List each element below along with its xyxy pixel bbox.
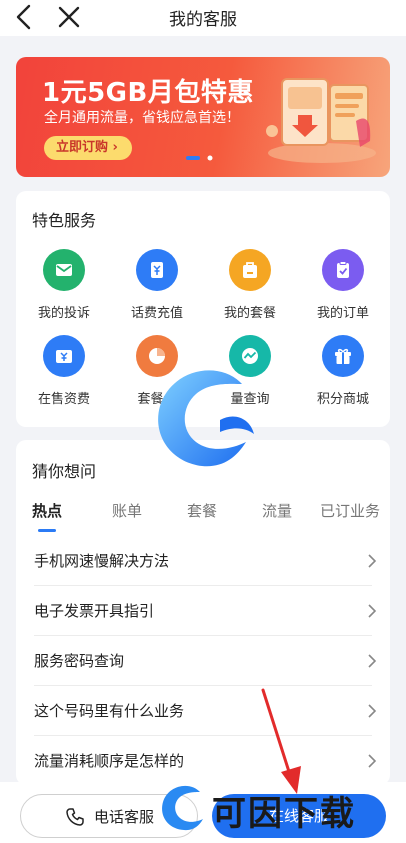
yuan-tag-icon <box>56 350 72 363</box>
service-tariffs[interactable]: 在售资费 <box>28 335 100 407</box>
tab-subscribed[interactable]: 已订业务 <box>320 500 380 521</box>
watermark-logo <box>158 370 254 467</box>
page-title: 我的客服 <box>169 10 237 30</box>
chevron-right-icon <box>368 704 377 718</box>
faq-question[interactable]: 服务密码查询 <box>34 636 377 686</box>
chevron-right-icon <box>368 554 377 568</box>
mail-icon <box>56 264 72 276</box>
faq-card: 猜你想问 热点 账单 套餐 流量 已订业务 手机网速慢解决方法 电子发票开具指引… <box>16 440 390 785</box>
phone-service-label: 电话客服 <box>94 808 155 826</box>
service-label: 我的订单 <box>316 306 369 321</box>
phone-icon <box>66 808 84 826</box>
chevron-right-icon <box>368 754 377 768</box>
service-complaints[interactable]: 我的投诉 <box>28 249 100 321</box>
promo-banner[interactable]: 1元5GB月包特惠 全月通用流量，省钱应急首选！ 立即订购 › <box>16 57 390 177</box>
banner-title: 1元5GB月包特惠 <box>42 78 254 108</box>
tab-data[interactable]: 流量 <box>262 500 292 521</box>
yuan-card-icon <box>151 262 163 278</box>
service-my-orders[interactable]: 我的订单 <box>307 249 379 321</box>
chevron-right-icon <box>368 604 377 618</box>
service-label: 积分商城 <box>316 392 369 407</box>
faq-title: 猜你想问 <box>32 462 97 481</box>
bag-icon <box>243 262 257 278</box>
clipboard-check-icon <box>337 261 349 278</box>
services-title: 特色服务 <box>32 211 97 230</box>
faq-question[interactable]: 这个号码里有什么业务 <box>34 686 377 736</box>
red-arrow-annotation <box>261 688 301 794</box>
top-bar: 我的客服 <box>0 0 406 36</box>
banner-page-indicator <box>186 155 213 161</box>
watermark-small-logo <box>162 785 203 831</box>
service-label: 我的套餐 <box>223 306 276 321</box>
faq-question-text: 手机网速慢解决方法 <box>34 552 170 570</box>
chevron-right-icon <box>368 654 377 668</box>
faq-question-text: 服务密码查询 <box>34 652 125 670</box>
banner-order-button[interactable]: 立即订购 › <box>44 136 132 160</box>
service-label: 话费充值 <box>130 306 183 321</box>
service-my-plan[interactable]: 我的套餐 <box>214 249 286 321</box>
watermark-text: 可因下载 <box>212 794 356 834</box>
faq-question-text: 这个号码里有什么业务 <box>34 702 185 720</box>
banner-subtitle: 全月通用流量，省钱应急首选！ <box>44 110 240 126</box>
faq-question-text: 电子发票开具指引 <box>34 602 155 620</box>
tab-hot[interactable]: 热点 <box>32 500 62 521</box>
gift-icon <box>335 348 351 364</box>
service-label: 在售资费 <box>37 392 90 407</box>
active-tab-indicator <box>38 529 56 532</box>
service-recharge[interactable]: 话费充值 <box>121 249 193 321</box>
tab-plan[interactable]: 套餐 <box>187 500 217 521</box>
service-points-mall[interactable]: 积分商城 <box>307 335 379 407</box>
faq-question[interactable]: 流量消耗顺序是怎样的 <box>34 736 377 786</box>
faq-tabs: 热点 账单 套餐 流量 已订业务 <box>16 500 390 532</box>
faq-question[interactable]: 电子发票开具指引 <box>34 586 377 636</box>
tab-bill[interactable]: 账单 <box>112 500 142 521</box>
banner-illustration <box>266 78 376 163</box>
faq-question-text: 流量消耗顺序是怎样的 <box>34 752 185 770</box>
service-label: 我的投诉 <box>37 306 90 321</box>
faq-question[interactable]: 手机网速慢解决方法 <box>34 536 377 586</box>
